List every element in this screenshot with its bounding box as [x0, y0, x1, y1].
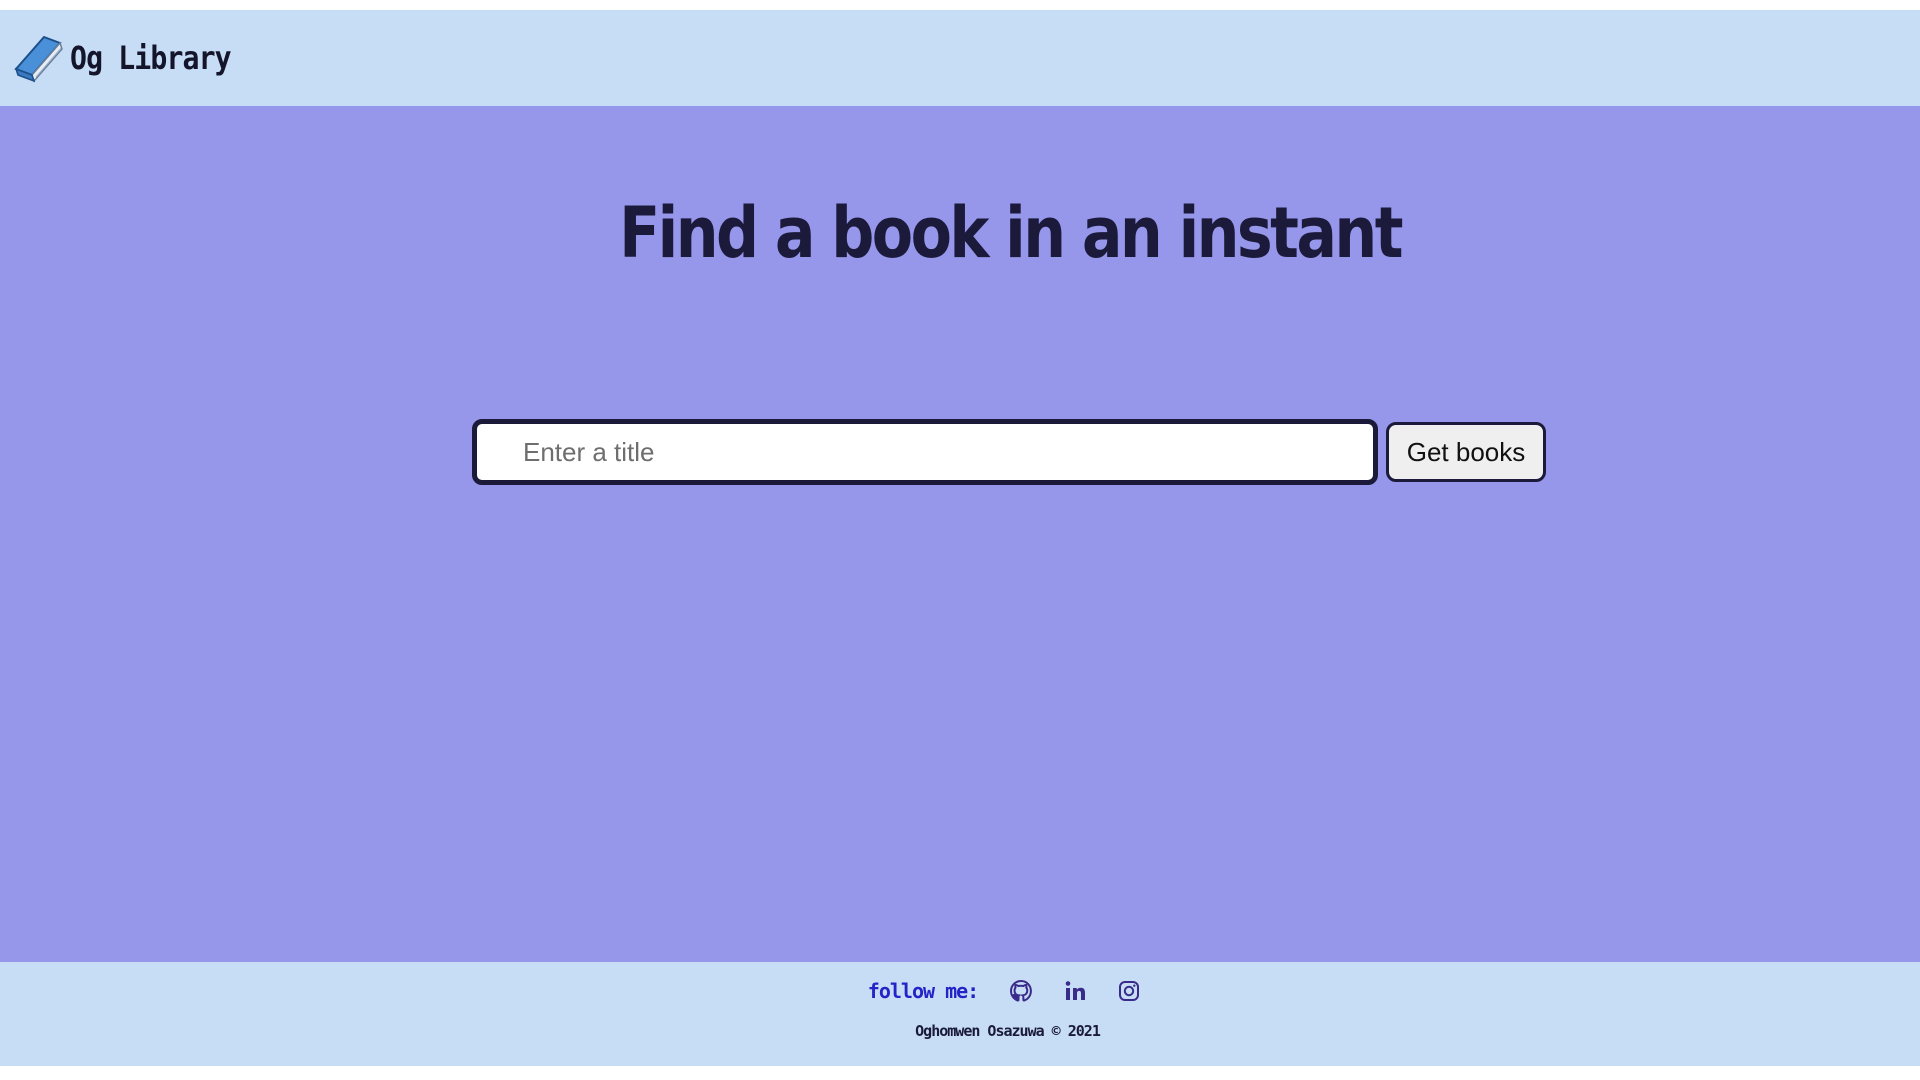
copyright-text: Oghomwen Osazuwa © 2021	[915, 1022, 1101, 1040]
footer: follow me: Oghomwen Osazuwa © 2021	[0, 962, 1920, 1066]
follow-row: follow me:	[0, 978, 1920, 1004]
main-section: Find a book in an instant Get books	[0, 106, 1920, 962]
instagram-icon[interactable]	[1116, 978, 1142, 1004]
search-row: Get books	[472, 419, 1546, 485]
linkedin-icon[interactable]	[1062, 978, 1088, 1004]
title-search-input[interactable]	[472, 419, 1378, 485]
hero-title: Find a book in an instant	[619, 192, 1403, 274]
brand[interactable]: Og Library	[10, 33, 253, 83]
top-strip	[0, 0, 1920, 10]
follow-label: follow me:	[867, 979, 979, 1003]
brand-title: Og Library	[70, 39, 232, 77]
get-books-button[interactable]: Get books	[1386, 422, 1546, 482]
github-icon[interactable]	[1008, 978, 1034, 1004]
page: Og Library Find a book in an instant Get…	[0, 0, 1920, 1080]
bottom-strip	[0, 1066, 1920, 1080]
book-icon	[10, 33, 66, 83]
navbar: Og Library	[0, 10, 1920, 106]
